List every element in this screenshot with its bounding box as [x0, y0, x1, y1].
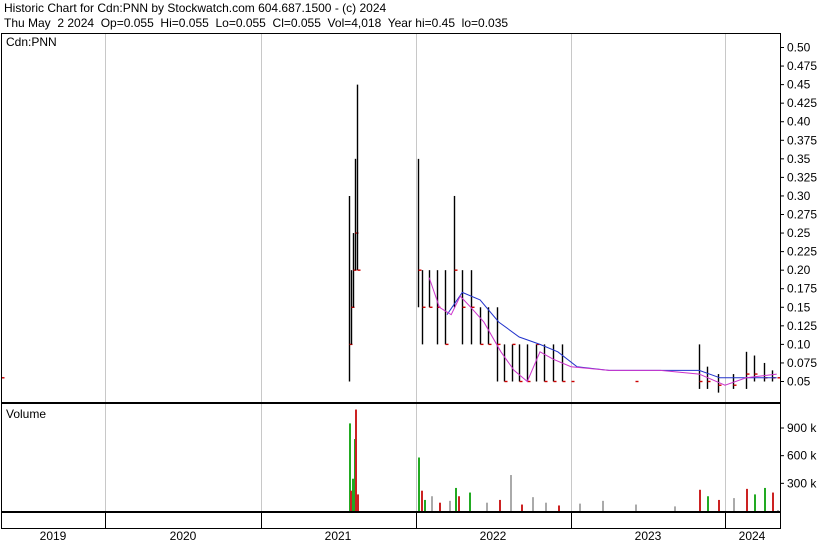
ma-short-line — [428, 277, 777, 386]
price-panel-frame — [1, 33, 781, 403]
year-label: 2020 — [170, 529, 197, 543]
moving-average-lines — [428, 277, 777, 386]
ma-long-line — [446, 291, 777, 379]
volume-bar — [532, 497, 534, 511]
price-tick-label: 0.10 — [787, 337, 811, 351]
year-label: 2024 — [739, 529, 766, 543]
volume-bar — [635, 504, 637, 511]
volume-bar — [449, 500, 451, 511]
price-tick-label: 0.225 — [787, 245, 817, 259]
volume-panel-frame — [1, 403, 781, 512]
volume-bar — [469, 492, 471, 511]
price-tick-label: 0.175 — [787, 282, 817, 296]
volume-bar — [733, 498, 735, 511]
volume-bar — [486, 502, 488, 511]
volume-bar — [499, 499, 501, 511]
volume-bar — [764, 487, 766, 511]
volume-bar — [458, 496, 460, 511]
price-tick-label: 0.275 — [787, 208, 817, 222]
volume-label: Volume — [6, 407, 46, 421]
year-label: 2022 — [480, 529, 507, 543]
axis-labels: 0.50 0.475 0.45 0.425 0.40 0.375 0.35 0.325 0.30… — [40, 41, 818, 543]
volume-bar — [431, 496, 433, 511]
volume-bar — [602, 500, 604, 511]
year-label: 2021 — [325, 529, 352, 543]
volume-bar — [357, 494, 359, 511]
price-tick-label: 0.375 — [787, 133, 817, 147]
panel-frames — [1, 33, 781, 529]
price-tick-label: 0.325 — [787, 170, 817, 184]
year-label: 2023 — [635, 529, 662, 543]
volume-bar — [439, 502, 441, 511]
price-tick-label: 0.50 — [787, 41, 811, 55]
price-tick-label: 0.475 — [787, 59, 817, 73]
price-tick-label: 0.425 — [787, 96, 817, 110]
volume-bar — [521, 504, 523, 511]
volume-bar — [355, 409, 357, 511]
volume-bar — [424, 499, 426, 511]
price-tick-label: 0.30 — [787, 189, 811, 203]
volume-bar — [754, 494, 756, 511]
volume-bars — [349, 409, 779, 511]
volume-bar — [350, 490, 352, 511]
grid-lines — [105, 33, 726, 511]
volume-bar — [746, 488, 748, 511]
price-tick-label: 0.40 — [787, 115, 811, 129]
stock-chart: 0.50 0.475 0.45 0.425 0.40 0.375 0.35 0.325 0.30… — [1, 33, 818, 543]
volume-tick-label: 600 k — [787, 449, 817, 463]
year-label: 2019 — [40, 529, 67, 543]
volume-bar — [558, 505, 560, 511]
volume-bar — [545, 502, 547, 511]
price-tick-label: 0.075 — [787, 356, 817, 370]
volume-bar — [707, 496, 709, 511]
price-tick-label: 0.05 — [787, 375, 811, 389]
volume-bar — [699, 489, 701, 511]
volume-bar — [772, 492, 774, 511]
price-tick-label: 0.125 — [787, 319, 817, 333]
volume-tick-label: 900 k — [787, 421, 817, 435]
volume-bar — [579, 503, 581, 511]
price-tick-label: 0.20 — [787, 263, 811, 277]
volume-bar — [777, 510, 779, 511]
volume-bar — [455, 487, 457, 511]
volume-bar — [510, 475, 512, 511]
volume-bar — [418, 457, 420, 511]
price-tick-label: 0.35 — [787, 152, 811, 166]
volume-tick-label: 300 k — [787, 476, 817, 490]
price-tick-label: 0.45 — [787, 78, 811, 92]
volume-bar — [421, 490, 423, 511]
price-tick-label: 0.15 — [787, 300, 811, 314]
price-bars — [1, 84, 780, 393]
price-tick-label: 0.25 — [787, 226, 811, 240]
symbol-label: Cdn:PNN — [6, 35, 57, 49]
volume-bar — [674, 506, 676, 511]
volume-bar — [718, 499, 720, 511]
volume-bar — [352, 478, 354, 511]
time-axis-frame — [1, 512, 781, 529]
